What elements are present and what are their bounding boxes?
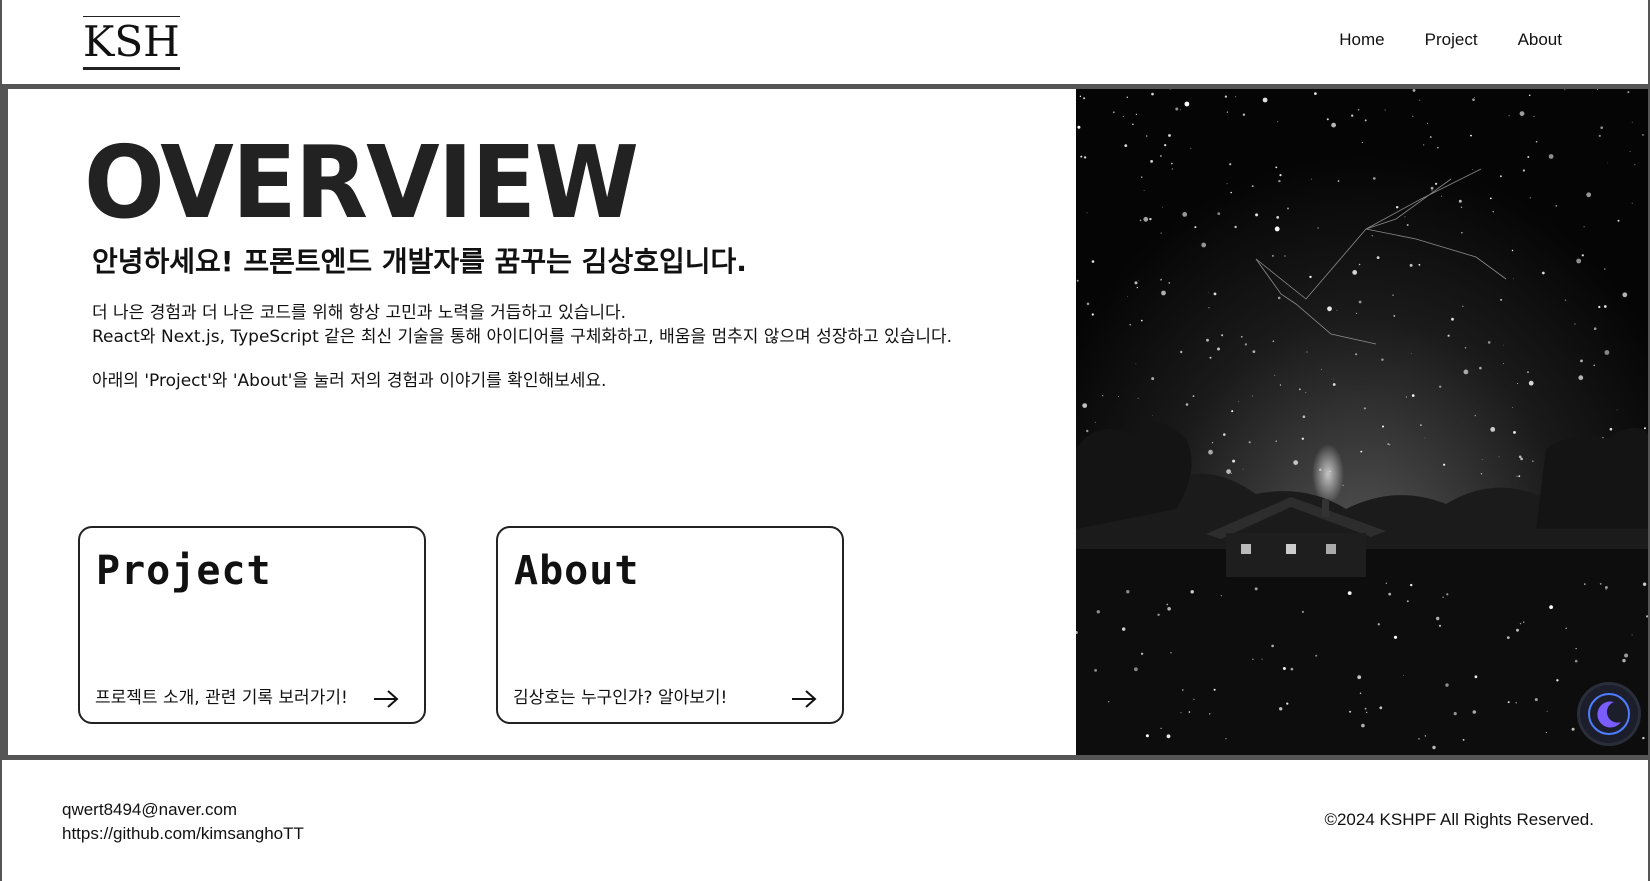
main-nav: Home Project About xyxy=(1339,30,1562,50)
copyright-text: ©2024 KSHPF All Rights Reserved. xyxy=(1324,810,1594,829)
nav-about-link[interactable]: About xyxy=(1518,30,1562,50)
overview-section: OVERVIEW 안녕하세요! 프론트엔드 개발자를 꿈꾸는 김상호입니다. 더… xyxy=(2,84,1648,760)
arrow-right-icon xyxy=(792,690,817,708)
about-card-subtitle: 김상호는 누구인가? 알아보기! xyxy=(513,688,728,708)
project-card-title: Project xyxy=(96,548,272,594)
email-link[interactable]: qwert8494@naver.com xyxy=(62,798,304,822)
contact-info: qwert8494@naver.com https://github.com/k… xyxy=(62,798,304,846)
intro-paragraph: 아래의 'Project'와 'About'을 눌러 저의 경험과 이야기를 확… xyxy=(92,371,607,391)
nav-project-link[interactable]: Project xyxy=(1425,30,1478,50)
intro-paragraph: 더 나은 경험과 더 나은 코드를 위해 항상 고민과 노력을 거듭하고 있습니… xyxy=(92,303,627,323)
theme-toggle-button[interactable] xyxy=(1580,685,1638,743)
github-link[interactable]: https://github.com/kimsanghoTT xyxy=(62,822,304,846)
project-card[interactable]: Project 프로젝트 소개, 관련 기록 보러가기! xyxy=(78,526,426,724)
arrow-right-icon xyxy=(374,690,399,708)
greeting-heading: 안녕하세요! 프론트엔드 개발자를 꿈꾸는 김상호입니다. xyxy=(92,245,747,278)
page-title: OVERVIEW xyxy=(84,124,639,241)
site-logo[interactable]: KSH xyxy=(83,16,180,70)
night-sky-image xyxy=(1076,89,1648,755)
project-card-subtitle: 프로젝트 소개, 관련 기록 보러가기! xyxy=(95,688,348,708)
moon-icon xyxy=(1588,693,1630,735)
nav-home-link[interactable]: Home xyxy=(1339,30,1384,50)
site-footer: qwert8494@naver.com https://github.com/k… xyxy=(2,760,1650,881)
about-card[interactable]: About 김상호는 누구인가? 알아보기! xyxy=(496,526,844,724)
night-sky-cabin-illustration xyxy=(1076,89,1648,755)
intro-paragraph: React와 Next.js, TypeScript 같은 최신 기술을 통해 … xyxy=(92,327,953,347)
site-header: KSH Home Project About xyxy=(2,0,1650,84)
intro-description: 더 나은 경험과 더 나은 코드를 위해 항상 고민과 노력을 거듭하고 있습니… xyxy=(92,301,1032,393)
about-card-title: About xyxy=(514,548,640,594)
intro-panel: OVERVIEW 안녕하세요! 프론트엔드 개발자를 꿈꾸는 김상호입니다. 더… xyxy=(8,89,1076,755)
